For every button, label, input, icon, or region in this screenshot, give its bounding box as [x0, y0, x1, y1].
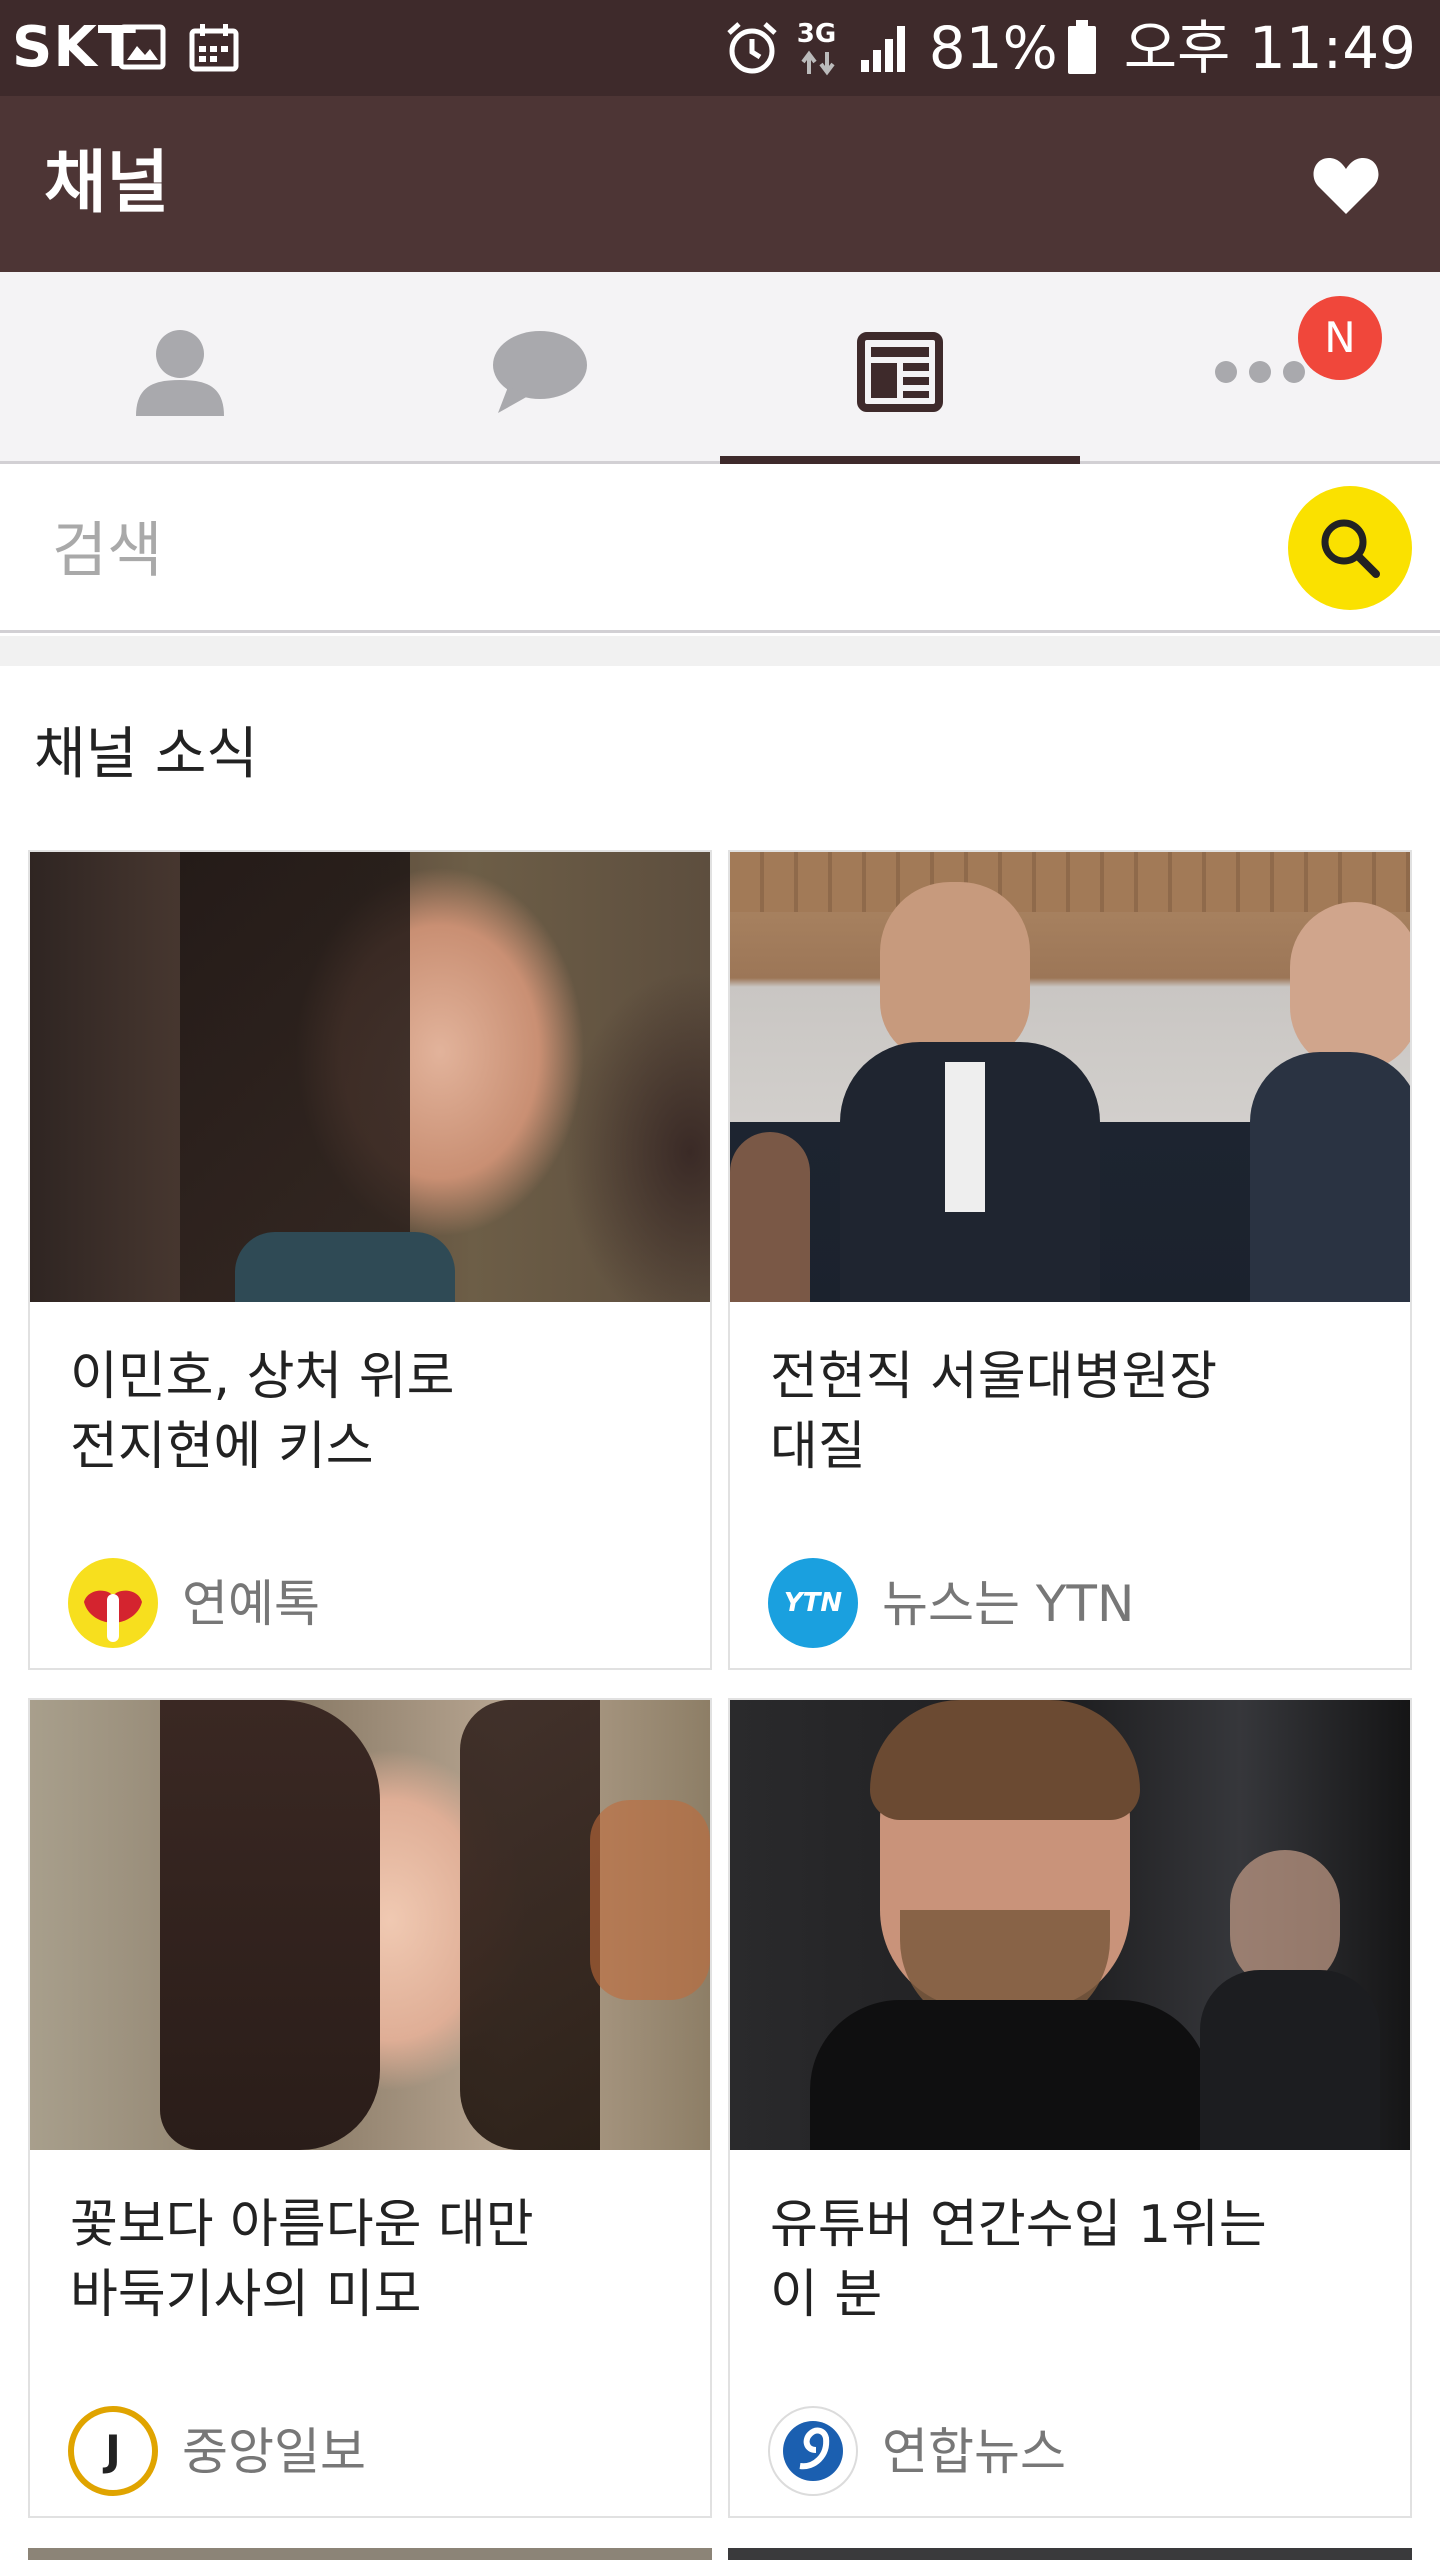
- yonhap-logo: [768, 2406, 858, 2496]
- status-bar: SKT 3G 81% 오후 11:49: [0, 0, 1440, 96]
- person-icon: [136, 329, 224, 416]
- search-icon: [1321, 519, 1380, 578]
- ytn-logo: YTN: [768, 1558, 858, 1648]
- news-photo: [730, 852, 1410, 1302]
- card-title: 꽃보다 아름다운 대만 바둑기사의 미모: [70, 2195, 534, 2325]
- search-input[interactable]: [52, 503, 1252, 599]
- battery-icon: [1067, 20, 1096, 74]
- card-title: 전현직 서울대병원장 대질: [770, 1347, 1218, 1477]
- status-right: 3G 81% 오후 11:49: [707, 14, 1416, 82]
- news-photo: [30, 1700, 710, 2150]
- active-tab-indicator: [720, 456, 1080, 464]
- alarm-icon: [727, 22, 777, 74]
- card-source: 중앙일보: [182, 2423, 366, 2481]
- new-badge: N: [1298, 296, 1382, 380]
- clock: 오후 11:49: [1123, 14, 1416, 82]
- news-icon: [857, 331, 943, 412]
- news-card-partial[interactable]: [728, 2548, 1412, 2560]
- tab-bar: [0, 272, 1440, 464]
- news-card[interactable]: 꽃보다 아름다운 대만 바둑기사의 미모 J 중앙일보: [28, 1698, 712, 2518]
- data-arrows-icon: [801, 50, 835, 76]
- page-title: 채널: [44, 144, 170, 223]
- section-title: 채널 소식: [34, 722, 258, 787]
- chat-bubble-icon: [493, 330, 587, 413]
- yeonyetok-logo: [68, 1558, 158, 1648]
- tab-more[interactable]: [1080, 272, 1440, 464]
- tab-chats[interactable]: [360, 272, 720, 464]
- signal-icon: [860, 26, 905, 72]
- card-source: 뉴스는 YTN: [882, 1575, 1135, 1633]
- news-photo: [730, 1700, 1410, 2150]
- news-card-partial[interactable]: [28, 2548, 712, 2560]
- search-bar: [0, 467, 1440, 633]
- card-source: 연합뉴스: [882, 2423, 1066, 2481]
- tab-friends[interactable]: [0, 272, 360, 464]
- battery-percent: 81%: [928, 14, 1058, 82]
- search-button[interactable]: [1288, 486, 1412, 610]
- news-photo: [30, 852, 710, 1302]
- card-source: 연예톡: [182, 1575, 320, 1633]
- section-divider: [0, 636, 1440, 666]
- news-card[interactable]: 이민호, 상처 위로 전지현에 키스 연예톡: [28, 850, 712, 1670]
- more-dots-icon: [1215, 360, 1305, 383]
- news-card[interactable]: 유튜버 연간수입 1위는 이 분 연합뉴스: [728, 1698, 1412, 2518]
- news-card[interactable]: 전현직 서울대병원장 대질 YTN 뉴스는 YTN: [728, 850, 1412, 1670]
- heart-icon[interactable]: [1312, 154, 1380, 216]
- gallery-icon: [118, 24, 166, 70]
- card-title: 이민호, 상처 위로 전지현에 키스: [70, 1347, 455, 1477]
- tab-channel[interactable]: [720, 272, 1080, 464]
- joongang-logo: J: [68, 2406, 158, 2496]
- card-title: 유튜버 연간수입 1위는 이 분: [770, 2195, 1267, 2325]
- network-type: 3G: [797, 18, 841, 78]
- calendar-icon: [189, 24, 239, 72]
- app-bar: 채널: [0, 96, 1440, 272]
